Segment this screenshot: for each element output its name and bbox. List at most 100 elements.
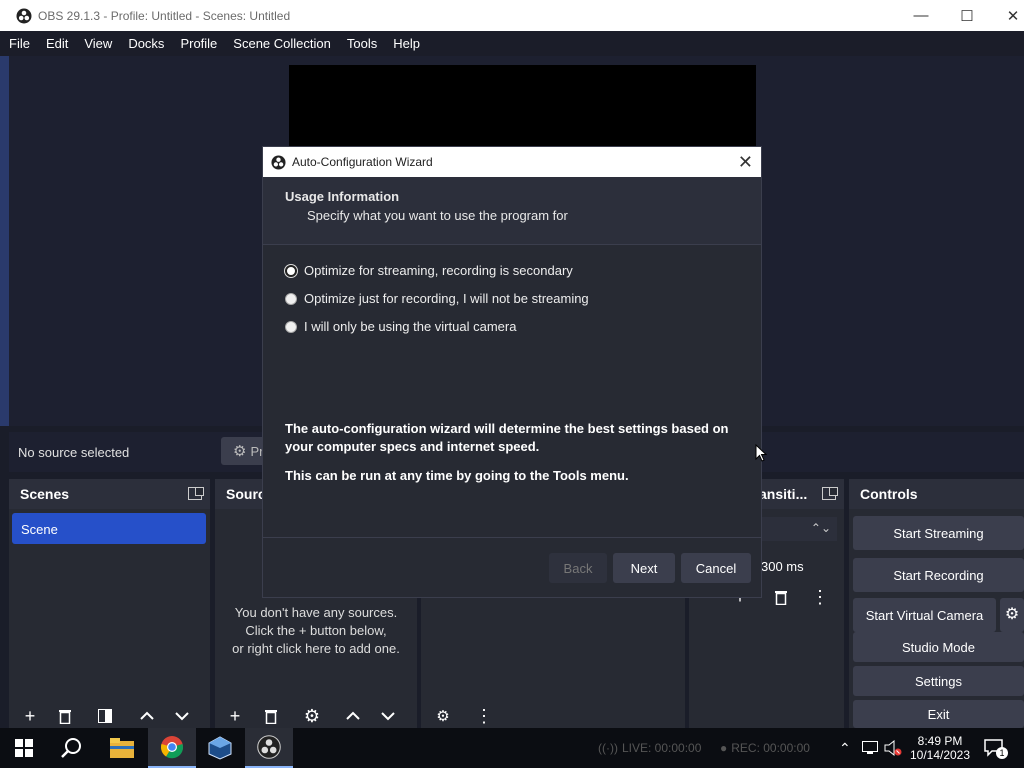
- minimize-button[interactable]: —: [898, 0, 944, 31]
- live-status: ((·)) LIVE: 00:00:00: [598, 728, 701, 768]
- menu-file[interactable]: File: [9, 36, 30, 51]
- start-recording-button[interactable]: Start Recording: [853, 558, 1024, 592]
- undock-icon[interactable]: [188, 487, 204, 500]
- scene-list-item[interactable]: Scene: [12, 513, 206, 544]
- empty-sources-message[interactable]: You don't have any sources. Click the + …: [215, 604, 417, 658]
- clock[interactable]: 8:49 PM 10/14/2023: [904, 728, 976, 768]
- remove-transition-icon[interactable]: [767, 583, 795, 611]
- menu-bar: File Edit View Docks Profile Scene Colle…: [0, 31, 1024, 56]
- rec-time: REC: 00:00:00: [731, 741, 810, 755]
- start-streaming-button[interactable]: Start Streaming: [853, 516, 1024, 550]
- left-strip: [0, 56, 9, 426]
- menu-profile[interactable]: Profile: [180, 36, 217, 51]
- obs-logo-icon: [16, 8, 32, 23]
- empty-line-1: You don't have any sources.: [234, 605, 398, 620]
- radio-selected-icon: [285, 264, 297, 277]
- remove-scene-icon[interactable]: [51, 702, 79, 730]
- menu-edit[interactable]: Edit: [46, 36, 68, 51]
- start-virtual-camera-button[interactable]: Start Virtual Camera: [853, 598, 996, 632]
- transition-select[interactable]: ⌃⌄: [761, 517, 837, 541]
- empty-line-2: Click the + button below,: [245, 623, 387, 638]
- move-scene-up-icon[interactable]: [133, 702, 161, 730]
- show-hidden-icons-icon[interactable]: ⌃: [839, 728, 851, 768]
- maximize-button[interactable]: ☐: [944, 0, 990, 31]
- obs-logo-icon: [271, 154, 286, 170]
- file-explorer-icon[interactable]: [98, 728, 146, 768]
- remove-source-icon[interactable]: [257, 702, 285, 730]
- source-properties-gear-icon[interactable]: ⚙: [298, 702, 326, 730]
- undock-icon[interactable]: [822, 487, 838, 500]
- rec-status: ● REC: 00:00:00: [720, 728, 810, 768]
- dialog-footer: Back Next Cancel: [263, 537, 761, 597]
- virtualbox-icon[interactable]: [196, 728, 244, 768]
- transition-menu-icon[interactable]: ⋮: [806, 583, 834, 611]
- duration-spinbox[interactable]: 300 ms: [761, 555, 837, 579]
- dialog-title-bar: Auto-Configuration Wizard: [263, 147, 761, 177]
- no-source-label: No source selected: [18, 445, 130, 460]
- menu-scene-collection[interactable]: Scene Collection: [233, 36, 331, 51]
- back-button[interactable]: Back: [549, 553, 607, 583]
- usage-heading: Usage Information: [285, 189, 400, 204]
- studio-mode-button[interactable]: Studio Mode: [853, 632, 1024, 662]
- scenes-title: Scenes: [20, 486, 70, 502]
- close-button[interactable]: ✕: [990, 0, 1024, 31]
- gear-icon: ⚙: [233, 443, 247, 460]
- notification-count: 1: [996, 747, 1008, 759]
- radio-label: Optimize just for recording, I will not …: [304, 291, 589, 306]
- radio-label: I will only be using the virtual camera: [304, 319, 517, 334]
- menu-help[interactable]: Help: [393, 36, 420, 51]
- radio-virtual-camera[interactable]: I will only be using the virtual camera: [285, 319, 516, 334]
- network-icon[interactable]: [862, 728, 878, 768]
- radio-unselected-icon: [285, 320, 297, 333]
- rec-indicator-icon: ●: [720, 741, 728, 755]
- move-source-up-icon[interactable]: [339, 702, 367, 730]
- scenes-dock-header: Scenes: [9, 479, 210, 509]
- radio-unselected-icon: [285, 292, 297, 305]
- scenes-dock: Scenes Scene +: [9, 479, 210, 729]
- move-scene-down-icon[interactable]: [168, 702, 196, 730]
- move-source-down-icon[interactable]: [374, 702, 402, 730]
- dialog-title: Auto-Configuration Wizard: [292, 155, 433, 169]
- controls-title: Controls: [860, 486, 918, 502]
- clock-time: 8:49 PM: [917, 734, 963, 748]
- settings-button[interactable]: Settings: [853, 666, 1024, 696]
- taskbar: ((·)) LIVE: 00:00:00 ● REC: 00:00:00 ⌃ 8…: [0, 728, 1024, 768]
- next-button[interactable]: Next: [613, 553, 675, 583]
- auto-configuration-wizard-dialog: Auto-Configuration Wizard ✕ Usage Inform…: [262, 146, 762, 598]
- menu-tools[interactable]: Tools: [347, 36, 377, 51]
- virtual-camera-settings-gear-icon[interactable]: ⚙: [1000, 598, 1024, 632]
- radio-optimize-streaming[interactable]: Optimize for streaming, recording is sec…: [285, 263, 573, 278]
- duration-value: 300 ms: [761, 559, 804, 574]
- menu-docks[interactable]: Docks: [128, 36, 164, 51]
- exit-button[interactable]: Exit: [853, 700, 1024, 728]
- dialog-close-icon[interactable]: ✕: [738, 152, 753, 173]
- empty-line-3: or right click here to add one.: [232, 641, 400, 656]
- scene-filters-icon[interactable]: [91, 702, 119, 730]
- usage-subheading: Specify what you want to use the program…: [307, 208, 568, 223]
- trash-icon: [59, 710, 71, 724]
- trash-icon: [265, 710, 277, 724]
- dialog-header: Usage Information Specify what you want …: [263, 177, 761, 245]
- advanced-audio-gears-icon[interactable]: ⚙: [429, 702, 457, 730]
- radio-optimize-recording[interactable]: Optimize just for recording, I will not …: [285, 291, 589, 306]
- window-title: OBS 29.1.3 - Profile: Untitled - Scenes:…: [38, 8, 291, 23]
- mixer-menu-icon[interactable]: ⋮: [470, 702, 498, 730]
- radio-label: Optimize for streaming, recording is sec…: [304, 263, 573, 278]
- chrome-icon[interactable]: [148, 728, 196, 768]
- trash-icon: [775, 591, 787, 605]
- transitions-title: ansiti...: [759, 486, 808, 502]
- sources-title: Sourc: [226, 486, 266, 502]
- live-time: LIVE: 00:00:00: [621, 741, 702, 755]
- cancel-button[interactable]: Cancel: [681, 553, 751, 583]
- notifications-icon[interactable]: 1: [984, 728, 1008, 768]
- live-indicator-icon: ((·)): [598, 741, 618, 755]
- obs-taskbar-icon[interactable]: [245, 728, 293, 768]
- windows-start-icon[interactable]: [0, 728, 48, 768]
- search-icon[interactable]: [48, 728, 96, 768]
- title-bar: OBS 29.1.3 - Profile: Untitled - Scenes:…: [0, 0, 1024, 31]
- add-source-icon[interactable]: +: [221, 702, 249, 730]
- volume-muted-icon[interactable]: [884, 728, 902, 768]
- program-preview[interactable]: [289, 65, 756, 155]
- add-scene-icon[interactable]: +: [16, 702, 44, 730]
- menu-view[interactable]: View: [84, 36, 112, 51]
